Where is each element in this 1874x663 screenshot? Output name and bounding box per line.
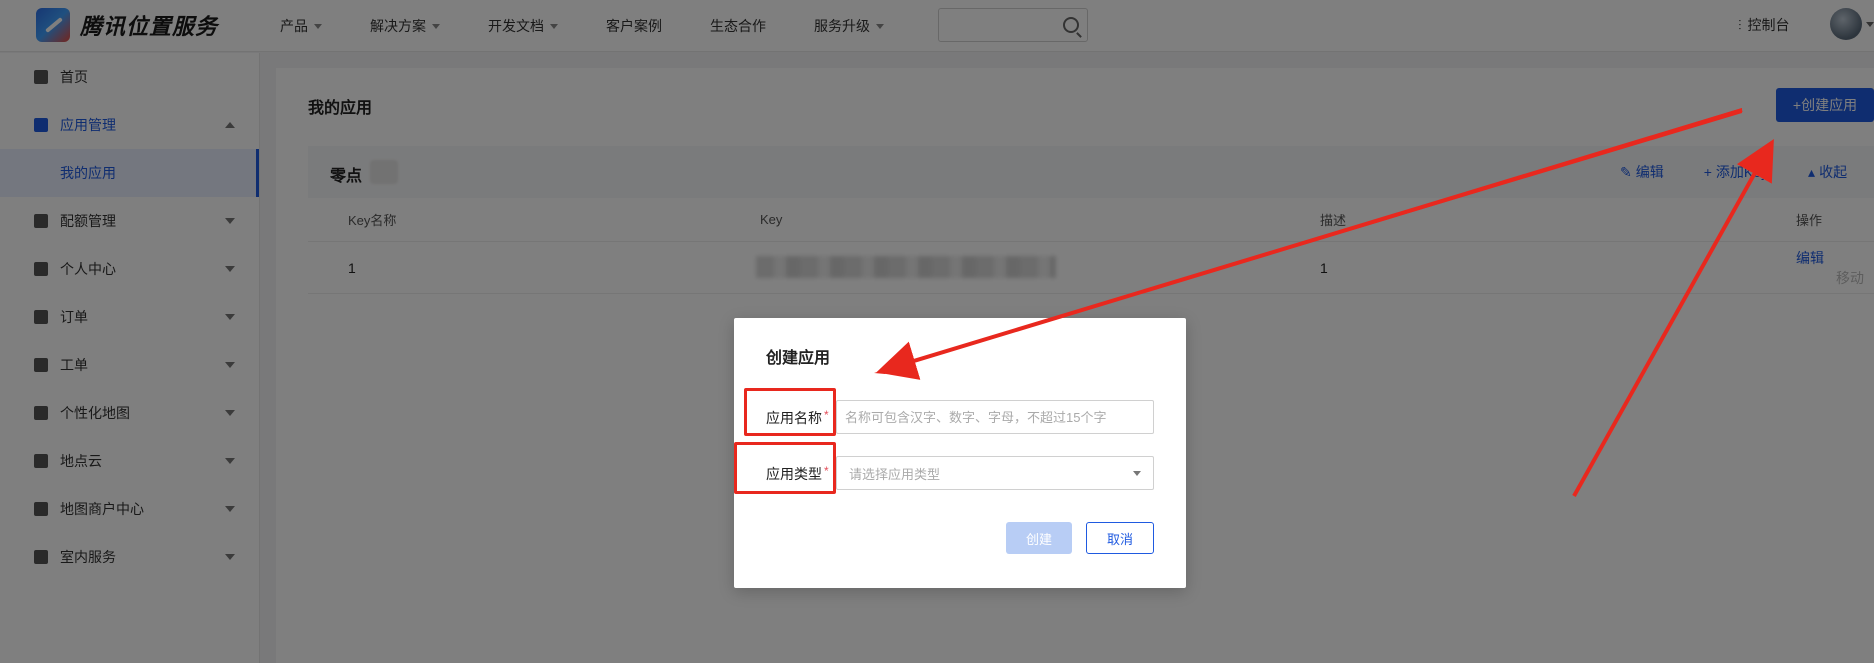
dialog-cancel-button[interactable]: 取消 bbox=[1086, 522, 1154, 554]
annotation-box-app-type bbox=[734, 442, 836, 494]
dialog-create-button[interactable]: 创建 bbox=[1006, 522, 1072, 554]
annotation-box-app-name bbox=[744, 388, 836, 436]
app-name-input[interactable] bbox=[836, 400, 1154, 434]
app-type-select[interactable]: 请选择应用类型 bbox=[836, 456, 1154, 490]
chevron-down-icon bbox=[1133, 471, 1141, 476]
dialog-title: 创建应用 bbox=[766, 350, 831, 367]
select-placeholder: 请选择应用类型 bbox=[849, 466, 941, 482]
